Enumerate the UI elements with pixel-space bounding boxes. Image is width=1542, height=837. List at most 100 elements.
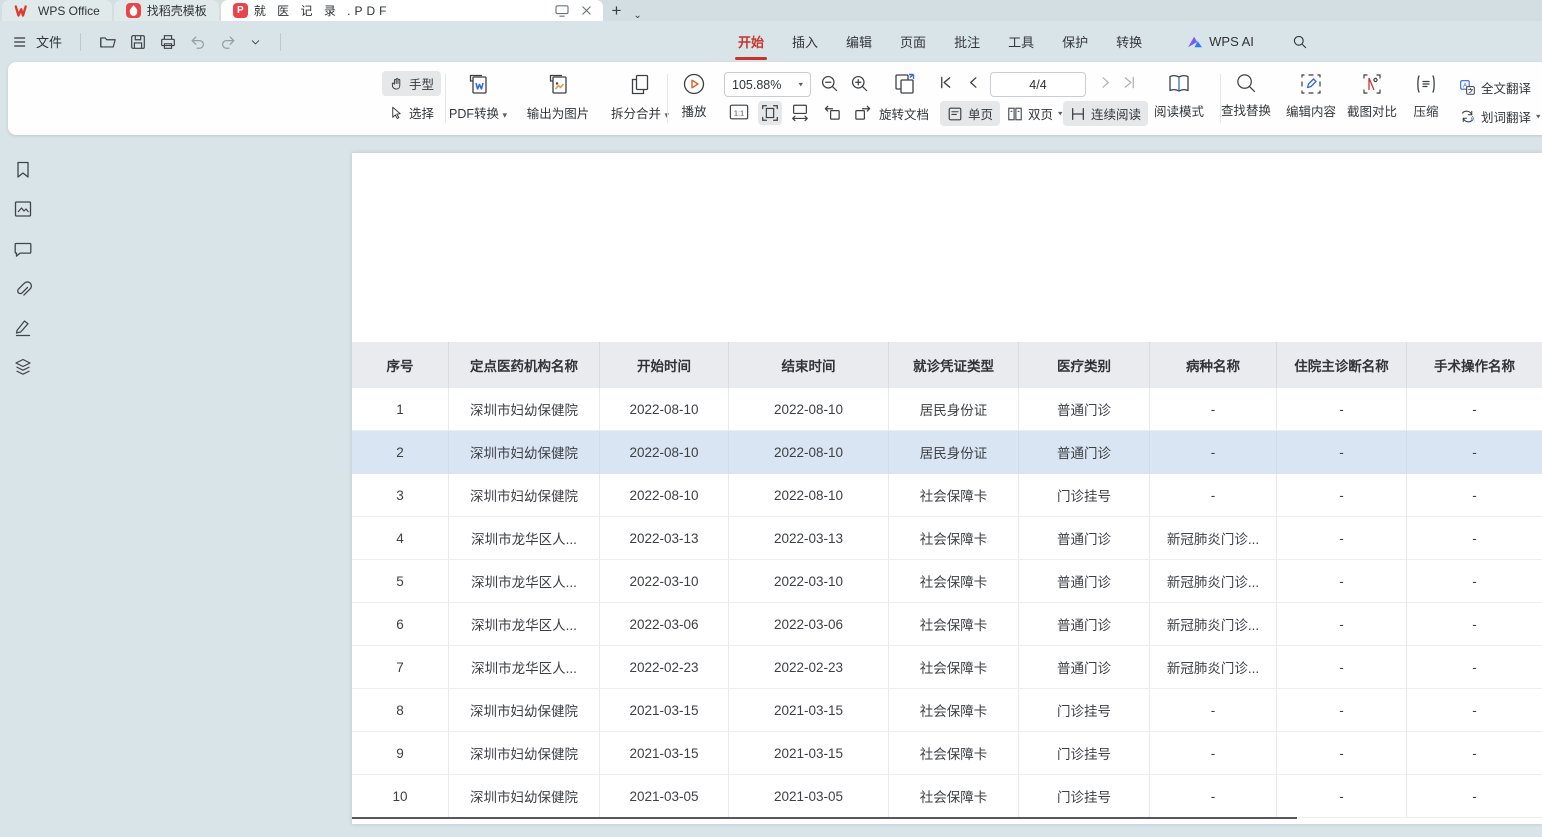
present-to-screen-icon[interactable] [552, 5, 572, 17]
menu-item[interactable]: 转换 [1115, 21, 1143, 62]
play-slideshow-button[interactable]: 播放 [672, 72, 716, 120]
file-menu-button[interactable]: 文件 [12, 32, 62, 51]
page-indicator-value: 4/4 [1029, 78, 1046, 92]
word-translate-button[interactable]: A 划词翻译 ▾ [1452, 104, 1542, 129]
table-cell: - [1150, 732, 1277, 774]
continuous-reading-icon [1070, 106, 1086, 122]
first-page-button[interactable] [938, 75, 953, 90]
medical-records-table: 序号定点医药机构名称开始时间结束时间就诊凭证类型医疗类别病种名称住院主诊断名称手… [352, 342, 1542, 818]
comment-icon[interactable] [13, 239, 33, 259]
table-cell: 普通门诊 [1019, 560, 1150, 602]
pdf-convert-button[interactable]: PDF转换 ▾ [440, 72, 516, 122]
zoom-out-button[interactable] [820, 74, 839, 93]
previous-page-button[interactable] [966, 75, 981, 90]
table-cell: 6 [352, 603, 449, 645]
table-row: 6深圳市龙华区人...2022-03-062022-03-06社会保障卡普通门诊… [352, 603, 1542, 646]
rotate-document-button[interactable]: 旋转文档 [879, 104, 929, 123]
read-mode-button[interactable]: 阅读模式 [1148, 72, 1210, 120]
tab-list-chevron-icon[interactable]: ⌄ [629, 10, 645, 21]
table-cell: 2022-08-10 [729, 431, 889, 473]
compress-icon [1414, 72, 1438, 96]
table-cell: 社会保障卡 [889, 775, 1019, 817]
tab-document-pdf[interactable]: P 就 医 记 录 .PDF [221, 0, 604, 21]
zoom-level-combo[interactable]: 105.88% ▾ [724, 72, 811, 97]
zoom-level-value: 105.88% [732, 78, 781, 92]
table-row: 10深圳市妇幼保健院2021-03-052021-03-05社会保障卡门诊挂号-… [352, 775, 1542, 818]
table-cell: - [1150, 775, 1277, 817]
rotate-left-button[interactable] [822, 103, 843, 122]
table-cell: 门诊挂号 [1019, 689, 1150, 731]
next-page-button[interactable] [1098, 75, 1113, 90]
single-page-button[interactable]: 单页 [940, 101, 1000, 126]
bookmark-icon[interactable] [13, 160, 33, 180]
docer-logo-icon [126, 3, 141, 18]
full-text-translate-button[interactable]: A 全文翻译 [1452, 75, 1538, 100]
menu-item[interactable]: 批注 [953, 21, 981, 62]
table-cell: 2021-03-15 [729, 732, 889, 774]
fit-page-button[interactable] [758, 101, 782, 125]
page-number-input[interactable]: 4/4 [990, 72, 1086, 97]
table-row: 9深圳市妇幼保健院2021-03-152021-03-15社会保障卡门诊挂号--… [352, 732, 1542, 775]
menu-item[interactable]: 保护 [1061, 21, 1089, 62]
table-cell: 社会保障卡 [889, 603, 1019, 645]
thumbnail-icon[interactable] [13, 199, 33, 219]
replace-pages-button[interactable] [892, 71, 918, 97]
rotate-right-button[interactable] [852, 103, 873, 122]
wps-ai-label: WPS AI [1209, 34, 1254, 49]
split-merge-label: 拆分合并 [611, 107, 661, 121]
table-header-cell: 手术操作名称 [1407, 342, 1542, 388]
table-cell: 普通门诊 [1019, 517, 1150, 559]
zoom-in-button[interactable] [850, 74, 869, 93]
table-cell: - [1277, 431, 1407, 473]
last-page-button[interactable] [1122, 75, 1137, 90]
menu-item[interactable]: 工具 [1007, 21, 1035, 62]
hand-icon [389, 76, 404, 91]
split-merge-button[interactable]: 拆分合并 ▾ [600, 72, 680, 122]
menu-item[interactable]: 页面 [899, 21, 927, 62]
wps-ai-button[interactable]: WPS AI [1187, 34, 1254, 49]
double-page-label: 双页 [1028, 104, 1053, 123]
redo-icon[interactable] [219, 33, 237, 51]
close-tab-icon[interactable] [578, 5, 595, 16]
table-row: 4深圳市龙华区人...2022-03-132022-03-13社会保障卡普通门诊… [352, 517, 1542, 560]
open-folder-icon[interactable] [99, 33, 117, 51]
new-tab-button[interactable]: + [603, 1, 629, 21]
search-icon[interactable] [1292, 34, 1308, 50]
single-page-label: 单页 [968, 104, 993, 123]
screenshot-compare-button[interactable]: 截图对比 [1342, 72, 1402, 120]
save-icon[interactable] [129, 33, 147, 51]
export-as-image-button[interactable]: 输出为图片 [516, 72, 600, 122]
menu-item[interactable]: 开始 [737, 21, 765, 62]
tab-docer-templates[interactable]: 找稻壳模板 [114, 0, 219, 21]
table-cell: 2021-03-05 [729, 775, 889, 817]
layers-icon[interactable] [13, 357, 33, 377]
select-tool-button[interactable]: 选择 [382, 100, 441, 125]
table-header-row: 序号定点医药机构名称开始时间结束时间就诊凭证类型医疗类别病种名称住院主诊断名称手… [352, 342, 1542, 388]
chevron-down-icon[interactable] [249, 33, 262, 51]
double-page-icon [1007, 106, 1023, 122]
actual-size-button[interactable]: 1:1 [729, 103, 749, 121]
screenshot-compare-icon [1360, 72, 1384, 96]
menu-item[interactable]: 编辑 [845, 21, 873, 62]
edit-content-button[interactable]: 编辑内容 [1280, 72, 1342, 120]
double-page-button[interactable]: 双页 ▾ [1000, 101, 1070, 126]
table-bottom-border [352, 817, 1297, 819]
find-replace-button[interactable]: 查找替换 [1213, 72, 1279, 119]
table-row: 3深圳市妇幼保健院2022-08-102022-08-10社会保障卡门诊挂号--… [352, 474, 1542, 517]
tab-wps-home[interactable]: WPS Office [2, 0, 112, 21]
compress-button[interactable]: 压缩 [1404, 72, 1448, 120]
continuous-reading-button[interactable]: 连续阅读 [1063, 101, 1148, 126]
undo-icon[interactable] [189, 33, 207, 51]
signature-pen-icon[interactable] [13, 317, 33, 337]
hand-tool-button[interactable]: 手型 [382, 71, 441, 96]
attachment-icon[interactable] [13, 279, 33, 299]
fit-width-button[interactable] [790, 103, 810, 122]
table-cell: - [1407, 388, 1542, 430]
pdf-convert-icon [466, 72, 490, 98]
table-cell: 7 [352, 646, 449, 688]
table-cell: 5 [352, 560, 449, 602]
table-header-cell: 医疗类别 [1019, 342, 1150, 388]
menu-item[interactable]: 插入 [791, 21, 819, 62]
pdf-page[interactable]: 序号定点医药机构名称开始时间结束时间就诊凭证类型医疗类别病种名称住院主诊断名称手… [352, 153, 1542, 824]
print-icon[interactable] [159, 33, 177, 51]
